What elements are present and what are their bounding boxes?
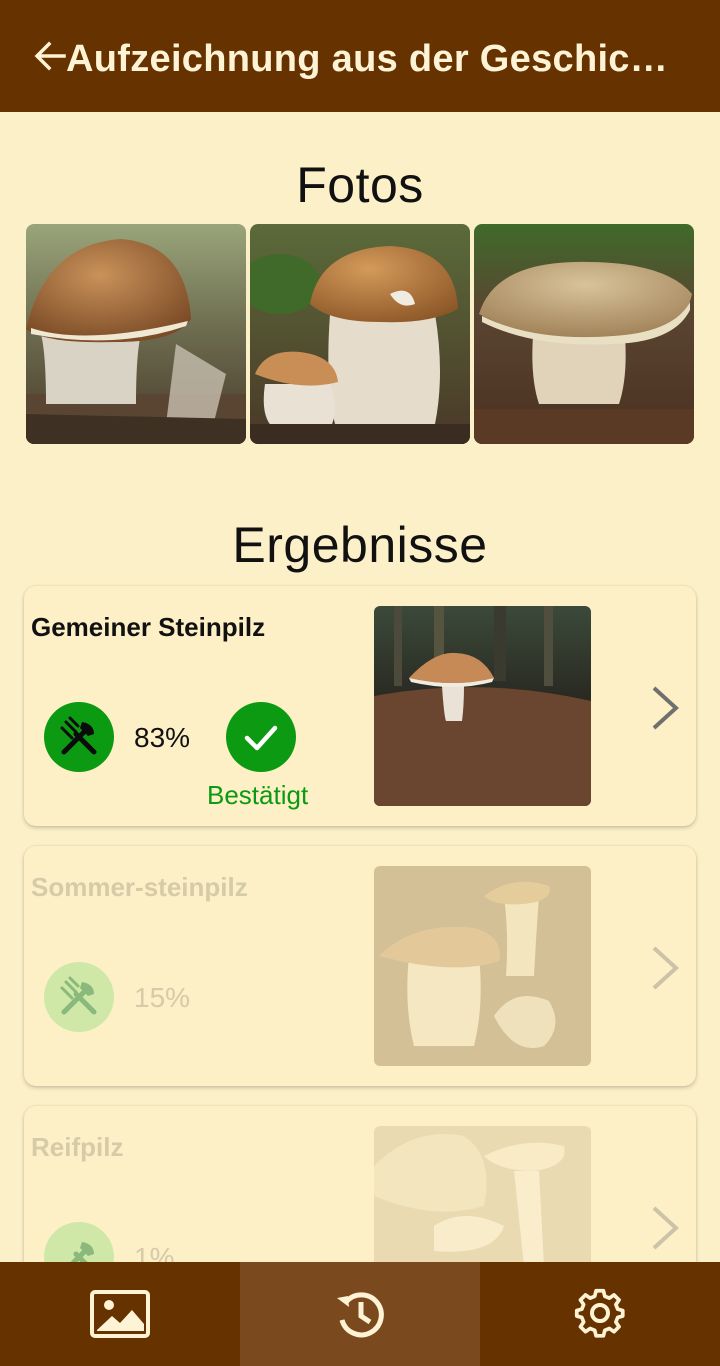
edible-badge xyxy=(44,702,114,772)
species-thumbnail xyxy=(374,606,591,806)
results-section-title: Ergebnisse xyxy=(232,517,488,573)
image-icon xyxy=(90,1290,150,1338)
tab-history[interactable] xyxy=(240,1262,480,1366)
result-card[interactable]: Sommer-steinpilz 15% xyxy=(24,846,696,1086)
chevron-right-icon xyxy=(652,946,679,990)
arrow-left-icon xyxy=(34,41,66,71)
confirmed-label: Bestätigt xyxy=(207,780,309,810)
history-icon xyxy=(337,1292,384,1338)
mushroom-photo-2[interactable] xyxy=(250,224,470,444)
result-card[interactable]: Gemeiner Steinpilz 83% Bestätigt xyxy=(24,586,696,826)
tab-gallery[interactable] xyxy=(0,1262,240,1366)
back-button[interactable] xyxy=(30,34,70,78)
chevron-right-icon xyxy=(652,686,679,730)
species-thumbnail xyxy=(374,866,591,1066)
species-name: Reifpilz xyxy=(31,1132,124,1162)
chevron-right-icon xyxy=(652,1206,679,1250)
tab-settings[interactable] xyxy=(480,1262,720,1366)
probability-value: 83% xyxy=(134,722,191,753)
page-title: Aufzeichnung aus der Geschich… xyxy=(66,38,676,80)
cutlery-icon xyxy=(60,716,97,755)
cutlery-icon xyxy=(60,976,97,1015)
photos-section-title: Fotos xyxy=(296,157,424,213)
check-icon xyxy=(244,725,278,751)
edible-badge xyxy=(44,962,114,1032)
bottom-navigation xyxy=(0,1262,720,1366)
probability-value: 15% xyxy=(134,982,191,1013)
confirmed-badge xyxy=(226,702,296,772)
mushroom-photo-1[interactable] xyxy=(26,224,246,444)
species-name: Gemeiner Steinpilz xyxy=(31,612,266,642)
mushroom-photo-3[interactable] xyxy=(474,224,694,444)
app-bar: Aufzeichnung aus der Geschich… xyxy=(0,0,720,112)
species-name: Sommer-steinpilz xyxy=(31,872,248,902)
settings-icon xyxy=(574,1288,625,1338)
